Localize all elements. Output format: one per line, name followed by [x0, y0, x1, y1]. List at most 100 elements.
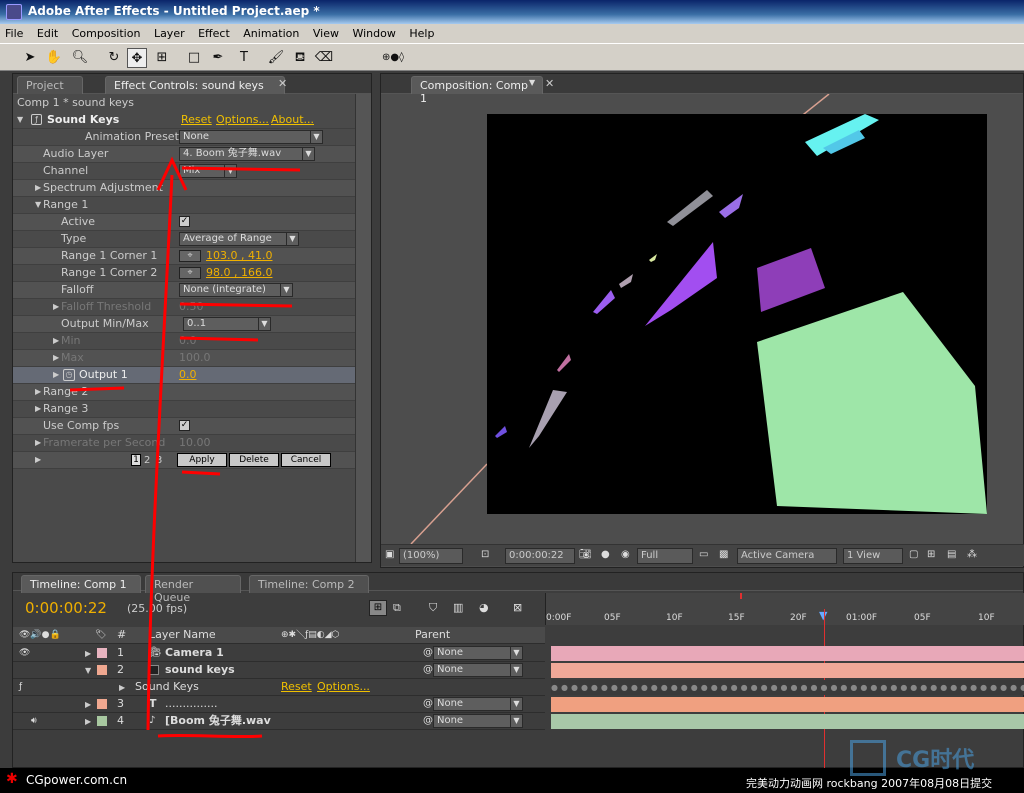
layer-duration-bar[interactable] — [551, 714, 1024, 729]
layer-name[interactable]: ............... — [165, 696, 217, 712]
resolution-dropdown[interactable]: Full — [637, 548, 693, 564]
draft-3d-icon[interactable]: ⛉ — [429, 601, 437, 615]
effect-about-link[interactable]: About... — [271, 112, 314, 128]
close-tab-icon[interactable]: ✕ — [278, 77, 287, 90]
expand-triangle-icon[interactable]: ▶ — [119, 680, 125, 696]
current-time-display[interactable]: 0:00:00:22 — [25, 599, 107, 617]
track-camera-tool-icon[interactable]: ⊞ — [152, 48, 172, 68]
apply-button[interactable]: Apply — [177, 453, 227, 467]
show-channel-icon[interactable]: ● — [601, 549, 610, 560]
effect-options-link[interactable]: Options... — [216, 112, 269, 128]
frame-blending-icon[interactable]: ▥ — [453, 601, 463, 614]
rotate-tool-icon[interactable]: ↻ — [104, 48, 124, 68]
label-color-swatch[interactable] — [97, 699, 107, 709]
view-layout-dropdown[interactable]: 1 View — [843, 548, 903, 564]
layer-name[interactable]: sound keys — [165, 662, 235, 678]
vertical-scrollbar[interactable] — [355, 94, 371, 562]
collapse-triangle-icon[interactable]: ▼ — [85, 663, 91, 679]
expand-triangle-icon[interactable]: ▶ — [35, 180, 41, 196]
expand-triangle-icon[interactable]: ▶ — [35, 452, 41, 468]
eraser-tool-icon[interactable]: ⌫ — [314, 48, 334, 68]
layer-row[interactable]: 👁︎ ▶ 1 🎥︎ Camera 1 @ None ▼ — [13, 645, 545, 662]
parent-dropdown[interactable]: None ▼ — [433, 697, 523, 711]
range1-corner2-value[interactable]: 98.0 , 166.0 — [206, 265, 272, 281]
crosshair-point-icon[interactable]: ⌖ — [179, 267, 201, 279]
pen-tool-icon[interactable]: ✒ — [208, 48, 228, 68]
page-2-button[interactable]: 2 — [144, 453, 150, 469]
hand-tool-icon[interactable]: ✋ — [44, 48, 64, 68]
pickwhip-icon[interactable]: @ — [423, 662, 433, 678]
camera-view-dropdown[interactable]: Active Camera — [737, 548, 837, 564]
parent-dropdown[interactable]: None ▼ — [433, 714, 523, 728]
layer-row[interactable]: ▼ 2 sound keys @ None ▼ — [13, 662, 545, 679]
brush-tool-icon[interactable]: 🖌︎ — [266, 48, 286, 68]
expand-triangle-icon[interactable]: ▶ — [85, 697, 91, 713]
menu-window[interactable]: Window — [347, 24, 400, 40]
page-1-button[interactable]: 1 — [131, 454, 141, 466]
tab-project[interactable]: Project — [17, 76, 83, 94]
pickwhip-icon[interactable]: @ — [423, 645, 433, 661]
falloff-dropdown[interactable]: None (integrate) ▼ — [179, 283, 293, 297]
toggle-pixel-aspect-icon[interactable]: ▢ — [909, 549, 918, 560]
safe-margins-icon[interactable]: ⊡ — [481, 549, 489, 560]
expand-triangle-icon[interactable]: ▶ — [85, 714, 91, 730]
range1-corner1-value[interactable]: 103.0 , 41.0 — [206, 248, 272, 264]
label-color-swatch[interactable] — [97, 648, 107, 658]
tab-render-queue[interactable]: Render Queue — [145, 575, 241, 604]
page-3-button[interactable]: 3 — [156, 453, 162, 469]
label-color-swatch[interactable] — [97, 716, 107, 726]
menu-file[interactable]: File — [0, 24, 28, 40]
axis-mode-icon[interactable]: ⊕●◊ — [382, 48, 404, 68]
layer-duration-bar[interactable] — [551, 663, 1024, 678]
orbit-camera-tool-icon[interactable]: ✥ — [127, 48, 147, 68]
cancel-button[interactable]: Cancel — [281, 453, 331, 467]
range3-row[interactable]: ▶ Range 3 — [13, 401, 355, 418]
audio-layer-dropdown[interactable]: 4. Boom 兔子舞.wav ▼ — [179, 147, 315, 161]
effect-reset-link[interactable]: Reset — [181, 112, 212, 128]
layer-name[interactable]: [Boom 兔子舞.wav — [165, 713, 271, 729]
fx-toggle-icon[interactable]: ƒ — [31, 114, 42, 125]
region-of-interest-icon[interactable]: ▭ — [699, 549, 708, 560]
time-ruler[interactable]: 0:00F 05F 10F 15F 20F 01:00F 05F 10F ▼ — [545, 593, 1024, 625]
expand-triangle-icon[interactable]: ▶ — [35, 384, 41, 400]
menu-edit[interactable]: Edit — [32, 24, 63, 40]
layer-row[interactable]: ▶ 3 T ............... @ None ▼ — [13, 696, 545, 713]
type-dropdown[interactable]: Average of Range ▼ — [179, 232, 299, 246]
expand-triangle-icon[interactable]: ▶ — [53, 367, 59, 383]
layer-name[interactable]: Camera 1 — [165, 645, 224, 661]
collapse-triangle-icon[interactable]: ▼ — [35, 197, 41, 213]
effect-sub-options-link[interactable]: Options... — [317, 679, 370, 695]
zoom-dropdown[interactable]: (100%) — [399, 548, 463, 564]
range2-row[interactable]: ▶ Range 2 — [13, 384, 355, 401]
fx-toggle-icon[interactable]: ƒ — [19, 679, 22, 695]
color-channels-icon[interactable]: ◉ — [621, 549, 630, 560]
layer-duration-bar[interactable] — [551, 697, 1024, 712]
delete-button[interactable]: Delete — [229, 453, 279, 467]
transparency-grid-icon[interactable]: ▩ — [719, 549, 728, 560]
output-minmax-dropdown[interactable]: 0..1 ▼ — [183, 317, 271, 331]
always-preview-icon[interactable]: ▣ — [385, 549, 394, 560]
fast-previews-icon[interactable]: ⊞ — [927, 549, 935, 560]
channel-dropdown[interactable]: Mix ▼ — [179, 164, 237, 178]
menu-help[interactable]: Help — [404, 24, 439, 40]
timeline-icon[interactable]: ▤ — [947, 549, 956, 560]
snapshot-icon[interactable]: 📷︎ — [579, 549, 592, 560]
live-update-icon[interactable]: ⧉ — [393, 601, 401, 615]
crosshair-point-icon[interactable]: ⌖ — [179, 250, 201, 262]
expand-triangle-icon[interactable]: ▶ — [53, 350, 59, 366]
menu-effect[interactable]: Effect — [193, 24, 235, 40]
rectangle-mask-tool-icon[interactable]: □ — [184, 48, 204, 68]
tab-composition[interactable]: Composition: Comp 1 — [411, 76, 543, 105]
collapse-triangle-icon[interactable]: ▼ — [17, 112, 23, 128]
dropdown-arrow-icon[interactable]: ▼ — [529, 78, 535, 87]
tab-effect-controls[interactable]: Effect Controls: sound keys — [105, 76, 285, 94]
pickwhip-icon[interactable]: @ — [423, 713, 433, 729]
selection-tool-icon[interactable]: ➤ — [20, 48, 40, 68]
output1-value[interactable]: 0.0 — [179, 367, 197, 383]
graph-editor-icon[interactable]: ⊠ — [513, 601, 522, 614]
eye-icon[interactable]: 👁︎ — [19, 645, 30, 661]
clone-stamp-tool-icon[interactable]: ⛾ — [290, 48, 310, 68]
tab-timeline-comp2[interactable]: Timeline: Comp 2 — [249, 575, 369, 593]
text-tool-icon[interactable]: T — [234, 48, 254, 68]
expand-triangle-icon[interactable]: ▶ — [35, 401, 41, 417]
